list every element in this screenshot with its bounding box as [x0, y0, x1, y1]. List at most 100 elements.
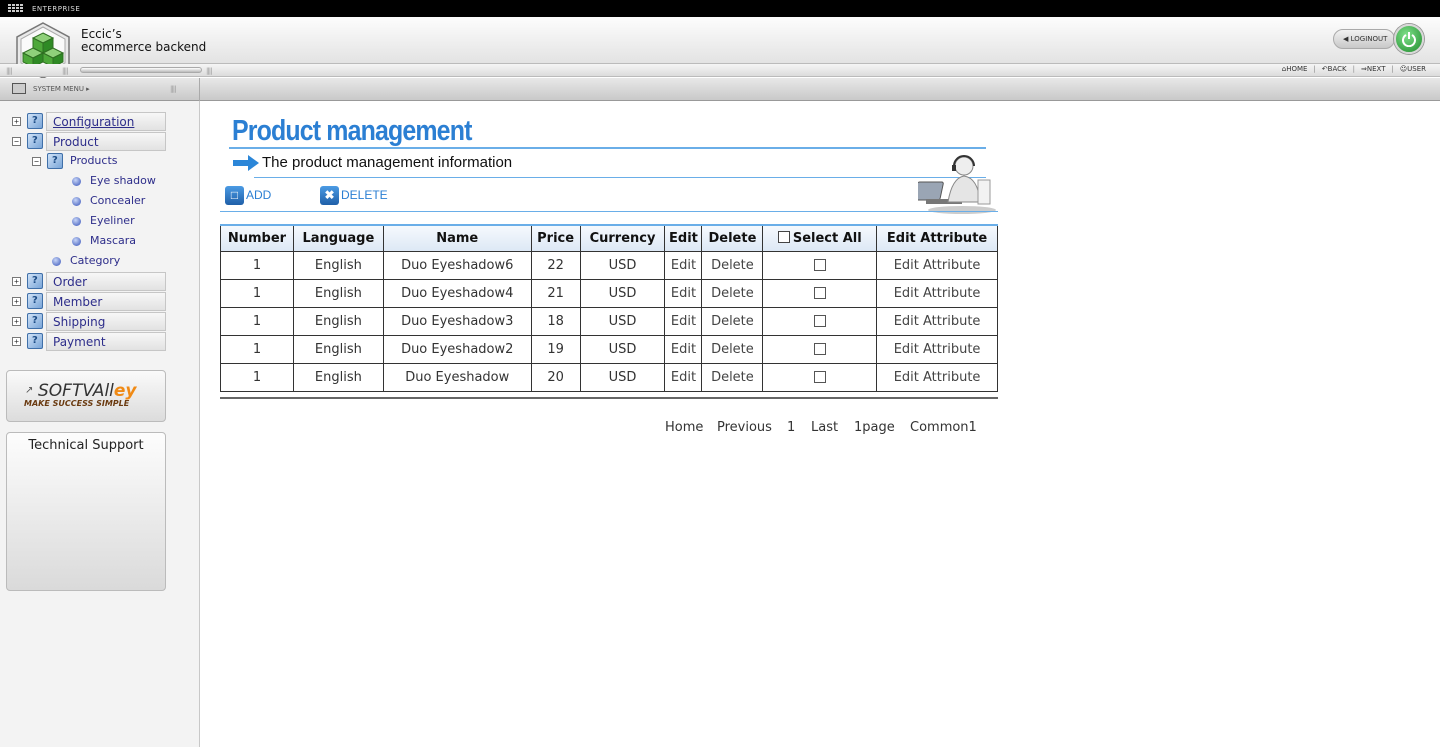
edit-link[interactable]: Edit: [664, 278, 703, 308]
sidebar-item-member[interactable]: Member: [46, 292, 166, 311]
cell-currency: USD: [579, 306, 666, 336]
cell-number: 1: [220, 250, 294, 280]
cell-price: 21: [530, 278, 581, 308]
sidebar-item-order[interactable]: Order: [46, 272, 166, 291]
technical-support-panel: Technical Support: [6, 432, 166, 591]
expand-toggle-icon[interactable]: +: [12, 117, 21, 126]
edit-attribute-link[interactable]: Edit Attribute: [876, 250, 998, 280]
column-header-price: Price: [530, 224, 581, 252]
edit-link[interactable]: Edit: [664, 250, 703, 280]
cell-name: Duo Eyeshadow: [382, 362, 532, 392]
edit-attribute-link[interactable]: Edit Attribute: [876, 334, 998, 364]
cell-currency: USD: [579, 362, 666, 392]
table-row: 1 English Duo Eyeshadow3 18 USD Edit Del…: [220, 306, 998, 336]
column-header-number: Number: [220, 224, 294, 252]
help-book-icon: [27, 333, 43, 349]
edit-link[interactable]: Edit: [664, 362, 703, 392]
sidebar-item-configuration[interactable]: Configuration: [46, 112, 166, 131]
edit-attribute-link[interactable]: Edit Attribute: [876, 362, 998, 392]
nav-home-link[interactable]: ⌂HOME: [1282, 65, 1308, 73]
cell-name: Duo Eyeshadow3: [382, 306, 532, 336]
cell-number: 1: [220, 334, 294, 364]
nav-user-link[interactable]: ☺USER: [1400, 65, 1426, 73]
system-menu-bar: SYSTEM MENU ▸ ||||: [0, 78, 1440, 101]
right-arrow-icon: [233, 155, 259, 171]
delete-link[interactable]: Delete: [701, 306, 764, 336]
softvalley-banner[interactable]: ↗ SOFTVAlley MAKE SUCCESS SIMPLE: [6, 370, 166, 422]
edit-attribute-link[interactable]: Edit Attribute: [876, 306, 998, 336]
title-divider: [229, 147, 986, 149]
select-all-checkbox[interactable]: [777, 230, 790, 243]
sidebar-item-payment[interactable]: Payment: [46, 332, 166, 351]
product-table: Number Language Name Price Currency Edit…: [220, 224, 998, 392]
row-checkbox[interactable]: [813, 259, 826, 271]
logout-label: LOGINOUT: [1350, 35, 1388, 43]
header-slider[interactable]: [80, 67, 202, 73]
cell-currency: USD: [579, 250, 666, 280]
grid-icon: [8, 4, 23, 13]
help-book-icon: [27, 313, 43, 329]
pager-page-number[interactable]: 1: [787, 420, 795, 435]
edit-link[interactable]: Edit: [664, 306, 703, 336]
sidebar-item-product[interactable]: Product: [46, 132, 166, 151]
edit-link[interactable]: Edit: [664, 334, 703, 364]
add-button[interactable]: □ ADD: [225, 185, 271, 205]
sidebar-item-products[interactable]: Products: [70, 154, 118, 167]
sidebar-item-concealer[interactable]: Concealer: [90, 194, 145, 207]
pager-previous-link[interactable]: Previous: [717, 420, 772, 435]
edit-attribute-link[interactable]: Edit Attribute: [876, 278, 998, 308]
cell-name: Duo Eyeshadow6: [382, 250, 532, 280]
cell-price: 19: [530, 334, 581, 364]
delete-link[interactable]: Delete: [701, 278, 764, 308]
collapse-toggle-icon[interactable]: −: [32, 157, 41, 166]
sidebar-item-eye-shadow[interactable]: Eye shadow: [90, 174, 156, 187]
sidebar-item-mascara[interactable]: Mascara: [90, 234, 136, 247]
help-book-icon: [27, 273, 43, 289]
column-header-edit: Edit: [664, 224, 703, 252]
cell-language: English: [292, 362, 384, 392]
nav-back-link[interactable]: ↶BACK: [1322, 65, 1347, 73]
expand-toggle-icon[interactable]: +: [12, 277, 21, 286]
cell-language: English: [292, 250, 384, 280]
collapse-toggle-icon[interactable]: −: [12, 137, 21, 146]
power-icon[interactable]: [1394, 24, 1424, 54]
cell-select: [762, 306, 878, 336]
cell-name: Duo Eyeshadow4: [382, 278, 532, 308]
sidebar-item-shipping[interactable]: Shipping: [46, 312, 166, 331]
grip-right-icon: ||||: [206, 67, 213, 75]
sidebar-item-category[interactable]: Category: [70, 254, 120, 267]
expand-toggle-icon[interactable]: +: [12, 317, 21, 326]
app-header: Eccic’s ecommerce backend ◀ LOGINOUT: [0, 17, 1440, 79]
subtitle-divider: [254, 177, 986, 178]
cell-price: 18: [530, 306, 581, 336]
left-arrow-icon: ◀: [1343, 35, 1349, 43]
system-menu-header[interactable]: SYSTEM MENU ▸ ||||: [0, 78, 200, 101]
row-checkbox[interactable]: [813, 315, 826, 327]
grip-icon: ||||: [62, 67, 69, 75]
delete-button[interactable]: ✖ DELETE: [320, 185, 388, 205]
table-row: 1 English Duo Eyeshadow4 21 USD Edit Del…: [220, 278, 998, 308]
row-checkbox[interactable]: [813, 343, 826, 355]
cell-language: English: [292, 278, 384, 308]
sidebar-item-eyeliner[interactable]: Eyeliner: [90, 214, 135, 227]
nav-next-link[interactable]: ⇒NEXT: [1361, 65, 1385, 73]
page-title: Product management: [232, 115, 472, 147]
delete-link[interactable]: Delete: [701, 362, 764, 392]
pager-last-link[interactable]: Last: [811, 420, 838, 435]
expand-toggle-icon[interactable]: +: [12, 297, 21, 306]
logout-button[interactable]: ◀ LOGINOUT: [1333, 29, 1395, 49]
row-checkbox[interactable]: [813, 287, 826, 299]
bullet-icon: [72, 177, 81, 186]
pager-home-link[interactable]: Home: [665, 420, 703, 435]
help-book-icon: [27, 133, 43, 149]
delete-link[interactable]: Delete: [701, 250, 764, 280]
cell-number: 1: [220, 362, 294, 392]
nav-strip: |||| |||| |||| ⌂HOME | ↶BACK | ⇒NEXT | ☺…: [0, 64, 1440, 77]
helpdesk-illustration-icon: [918, 155, 996, 214]
delete-link[interactable]: Delete: [701, 334, 764, 364]
expand-toggle-icon[interactable]: +: [12, 337, 21, 346]
row-checkbox[interactable]: [813, 371, 826, 383]
brand-line2: ecommerce backend: [81, 40, 207, 54]
cell-currency: USD: [579, 334, 666, 364]
cell-name: Duo Eyeshadow2: [382, 334, 532, 364]
